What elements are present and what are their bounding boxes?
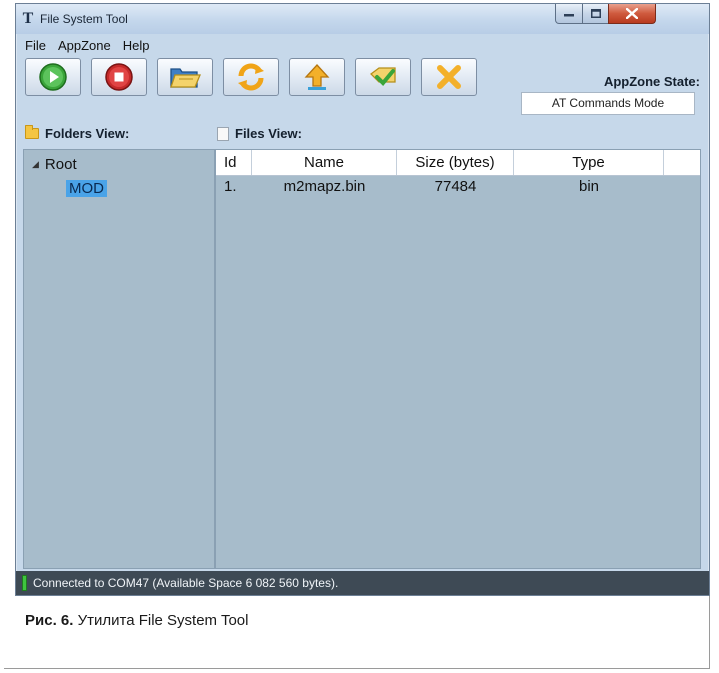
close-button[interactable] <box>608 4 656 24</box>
app-window: T File System Tool File AppZone Help App… <box>15 3 710 596</box>
table-row[interactable]: 1. m2mapz.bin 77484 bin <box>216 176 700 200</box>
files-table-header: Id Name Size (bytes) Type <box>216 150 700 176</box>
tree-node-root[interactable]: ◢ Root <box>32 156 77 173</box>
maximize-icon <box>590 9 601 18</box>
caption-prefix: Рис. 6. <box>25 612 74 629</box>
files-view-header: Files View: <box>217 126 302 141</box>
stop-icon <box>105 63 133 91</box>
status-bar: Connected to COM47 (Available Space 6 08… <box>16 571 709 595</box>
status-text: Connected to COM47 (Available Space 6 08… <box>33 576 339 590</box>
delete-icon <box>437 65 461 89</box>
folders-view-header: Folders View: <box>25 125 130 141</box>
cell-type: bin <box>578 178 600 195</box>
folders-view-label: Folders View: <box>45 126 130 141</box>
run-button[interactable] <box>25 58 81 96</box>
cell-id: 1. <box>224 178 237 195</box>
transfer-icon <box>370 67 396 86</box>
refresh-button[interactable] <box>223 58 279 96</box>
menu-file[interactable]: File <box>24 38 47 53</box>
minimize-icon <box>564 13 574 16</box>
appzone-state-label: AppZone State: <box>603 74 700 89</box>
open-folder-icon <box>170 68 201 88</box>
menu-appzone[interactable]: AppZone <box>57 38 112 53</box>
appzone-state-value: AT Commands Mode <box>521 92 695 115</box>
file-icon <box>217 126 229 141</box>
upload-button[interactable] <box>289 58 345 96</box>
column-header-type[interactable]: Type <box>514 150 664 175</box>
delete-button[interactable] <box>421 58 477 96</box>
column-header-size[interactable]: Size (bytes) <box>397 150 514 175</box>
menu-bar: File AppZone Help <box>16 34 709 56</box>
caption-text: Утилита File System Tool <box>73 612 249 629</box>
column-header-name[interactable]: Name <box>252 150 397 175</box>
figure-caption: Рис. 6. Утилита File System Tool <box>25 612 248 629</box>
open-folder-button[interactable] <box>157 58 213 96</box>
play-icon <box>39 63 67 91</box>
expand-arrow-icon[interactable]: ◢ <box>32 159 39 170</box>
toolbar <box>25 58 477 98</box>
upload-icon <box>304 64 330 90</box>
stop-button[interactable] <box>91 58 147 96</box>
cell-size: 77484 <box>434 178 477 195</box>
title-bar[interactable]: T File System Tool <box>16 4 709 34</box>
tree-node-root-label: Root <box>44 156 77 173</box>
files-list: Id Name Size (bytes) Type 1. m2mapz.bin … <box>215 149 701 569</box>
window-title: File System Tool <box>40 12 128 26</box>
maximize-button[interactable] <box>582 4 609 24</box>
folder-icon <box>25 125 39 139</box>
tree-node-mod[interactable]: MOD <box>66 180 107 197</box>
files-view-label: Files View: <box>235 126 302 141</box>
close-icon <box>626 8 638 19</box>
refresh-icon <box>238 63 264 91</box>
transfer-button[interactable] <box>355 58 411 96</box>
column-header-id[interactable]: Id <box>216 150 252 175</box>
minimize-button[interactable] <box>555 4 583 24</box>
cell-name: m2mapz.bin <box>283 178 366 195</box>
connection-status-icon <box>22 575 27 591</box>
app-icon: T <box>22 10 34 27</box>
folder-tree: ◢ Root MOD <box>23 149 215 569</box>
menu-help[interactable]: Help <box>122 38 151 53</box>
